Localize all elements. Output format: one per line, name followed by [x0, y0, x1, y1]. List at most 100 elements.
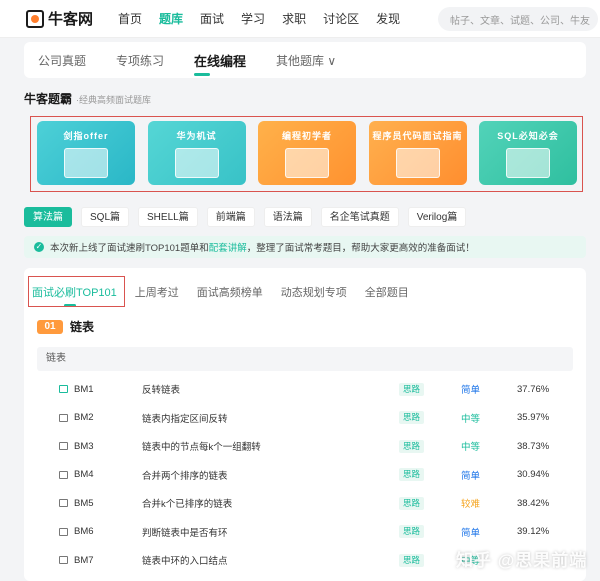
notice-link[interactable]: 配套讲解	[209, 240, 247, 254]
category-pill[interactable]: SHELL篇	[138, 207, 198, 227]
chapter-number: 01	[37, 319, 63, 334]
nav-item-1[interactable]: 题库	[159, 0, 183, 38]
problem-name[interactable]: 链表中环的入口结点	[142, 553, 228, 567]
pass-rate: 38.73%	[517, 440, 550, 452]
problem-name[interactable]: 判断链表中是否有环	[142, 525, 228, 539]
problem-row[interactable]: BM6 判断链表中是否有环 思路 简单 39.12%	[37, 518, 573, 547]
code-icon	[285, 148, 329, 178]
pass-rate: 39.12%	[517, 526, 550, 538]
category-pill[interactable]: 语法篇	[263, 207, 312, 227]
banner-card[interactable]: 剑指offer	[37, 121, 135, 185]
difficulty: 简单	[461, 527, 481, 539]
subtab-0[interactable]: 面试必刷TOP101	[32, 284, 117, 307]
subtab-3[interactable]: 动态规划专项	[281, 284, 347, 300]
category-pills: 算法篇 SQL篇 SHELL篇 前端篇 语法篇 名企笔试真题 Verilog篇	[24, 207, 475, 227]
edit-icon	[59, 442, 68, 451]
edit-icon	[59, 499, 68, 508]
nav-item-6[interactable]: 发现	[376, 0, 400, 38]
laptop-icon	[174, 148, 219, 178]
edit-icon	[59, 556, 68, 565]
difficulty: 中等	[461, 413, 481, 425]
problem-id: BM4	[74, 469, 94, 481]
problem-name[interactable]: 链表内指定区间反转	[142, 411, 228, 425]
tab-2[interactable]: 在线编程	[194, 51, 246, 76]
difficulty: 中等	[461, 442, 481, 454]
group-header: 链表	[37, 347, 573, 371]
nav-item-2[interactable]: 面试	[200, 0, 224, 38]
subtab-2[interactable]: 面试高频榜单	[197, 284, 263, 300]
top-nav: 牛客网 首页 题库 面试 学习 求职 讨论区 发现 帖子、文章、试题、公司、牛友	[0, 0, 600, 38]
logo[interactable]: 牛客网	[26, 8, 106, 29]
banner-title: 华为机试	[176, 131, 217, 141]
category-pill[interactable]: 前端篇	[206, 207, 255, 227]
nav-item-5[interactable]: 讨论区	[323, 0, 359, 38]
edit-icon	[59, 470, 68, 479]
problem-id: BM2	[74, 412, 94, 424]
hint-tag[interactable]: 思路	[399, 439, 425, 453]
problem-name[interactable]: 合并k个已排序的链表	[142, 496, 232, 510]
hint-tag[interactable]: 思路	[399, 468, 425, 482]
problem-subtabs: 面试必刷TOP101 上周考过 面试高频榜单 动态规划专项 全部题目	[32, 284, 427, 307]
problem-id: BM5	[74, 497, 94, 509]
difficulty: 简单	[461, 385, 481, 397]
banner-title: 程序员代码面试指南	[372, 131, 463, 141]
section-heading: 牛客题霸 ·经典高频面试题库	[24, 90, 151, 107]
subtab-4[interactable]: 全部题目	[365, 284, 409, 300]
banner-card[interactable]: SQL必知必会	[479, 121, 577, 185]
problem-row[interactable]: BM1 反转链表 思路 简单 37.76%	[37, 375, 573, 404]
category-pill[interactable]: 名企笔试真题	[320, 207, 399, 227]
problem-name[interactable]: 合并两个排序的链表	[142, 468, 228, 482]
problem-id: BM3	[74, 440, 94, 452]
problem-row[interactable]: BM2 链表内指定区间反转 思路 中等 35.97%	[37, 404, 573, 433]
subtab-1[interactable]: 上周考过	[135, 284, 179, 300]
problem-id: BM6	[74, 526, 94, 538]
tab-0[interactable]: 公司真题	[38, 52, 86, 69]
edit-icon	[59, 413, 68, 422]
chapter-heading: 01 链表	[37, 318, 94, 335]
nav-item-4[interactable]: 求职	[282, 0, 306, 38]
pass-rate: 38.42%	[517, 497, 550, 509]
problem-row[interactable]: BM4 合并两个排序的链表 思路 简单 30.94%	[37, 461, 573, 490]
hint-tag[interactable]: 思路	[399, 525, 425, 539]
category-pill[interactable]: SQL篇	[81, 207, 130, 227]
logo-text: 牛客网	[48, 11, 94, 28]
hint-tag[interactable]: 思路	[399, 553, 425, 567]
category-pill[interactable]: Verilog篇	[407, 207, 467, 227]
banner-card[interactable]: 华为机试	[147, 121, 246, 185]
difficulty: 较难	[461, 499, 481, 511]
question-bank-tabs: 公司真题 专项练习 在线编程 其他题库 ∨	[24, 42, 586, 78]
notice-text-before: 本次新上线了面试速刷TOP101题单和	[50, 243, 209, 254]
problem-name[interactable]: 链表中的节点每k个一组翻转	[142, 439, 261, 453]
banner-title: 剑指offer	[63, 131, 109, 141]
pass-rate: 35.97%	[517, 412, 550, 424]
tab-1[interactable]: 专项练习	[116, 52, 164, 69]
edit-done-icon	[59, 385, 68, 394]
banner-title: SQL必知必会	[497, 131, 559, 141]
problem-name[interactable]: 反转链表	[142, 382, 180, 396]
category-pill[interactable]: 算法篇	[24, 207, 72, 227]
problem-list: BM1 反转链表 思路 简单 37.76% BM2 链表内指定区间反转 思路 中等 35.97% B…	[37, 375, 573, 575]
nav-item-3[interactable]: 学习	[241, 0, 265, 38]
section-subtitle: ·经典高频面试题库	[76, 95, 152, 105]
problem-row[interactable]: BM3 链表中的节点每k个一组翻转 思路 中等 38.73%	[37, 432, 573, 461]
nav-item-0[interactable]: 首页	[118, 0, 142, 38]
banner-card[interactable]: 程序员代码面试指南	[368, 121, 467, 185]
pass-rate: 37.76%	[517, 383, 550, 395]
database-icon	[506, 148, 550, 178]
section-title: 牛客题霸	[24, 92, 73, 106]
book-stack-icon	[64, 148, 108, 178]
hint-tag[interactable]: 思路	[399, 496, 425, 510]
hint-tag[interactable]: 思路	[399, 382, 425, 396]
main-nav: 首页 题库 面试 学习 求职 讨论区 发现	[118, 0, 417, 38]
search-input[interactable]: 帖子、文章、试题、公司、牛友	[438, 7, 598, 31]
difficulty: 简单	[461, 470, 481, 482]
pass-rate: 30.94%	[517, 469, 550, 481]
banner-card[interactable]: 编程初学者	[258, 121, 356, 185]
problem-panel: 面试必刷TOP101 上周考过 面试高频榜单 动态规划专项 全部题目 01 链表 链表 …	[24, 268, 586, 581]
notice-bar: ✓ 本次新上线了面试速刷TOP101题单和 配套讲解 ，整理了面试常考题目，帮助…	[24, 236, 586, 258]
hint-tag[interactable]: 思路	[399, 411, 425, 425]
problem-id: BM1	[74, 383, 94, 395]
problem-row[interactable]: BM5 合并k个已排序的链表 思路 较难 38.42%	[37, 489, 573, 518]
search-placeholder: 帖子、文章、试题、公司、牛友	[450, 15, 590, 27]
tab-3[interactable]: 其他题库 ∨	[276, 52, 336, 69]
